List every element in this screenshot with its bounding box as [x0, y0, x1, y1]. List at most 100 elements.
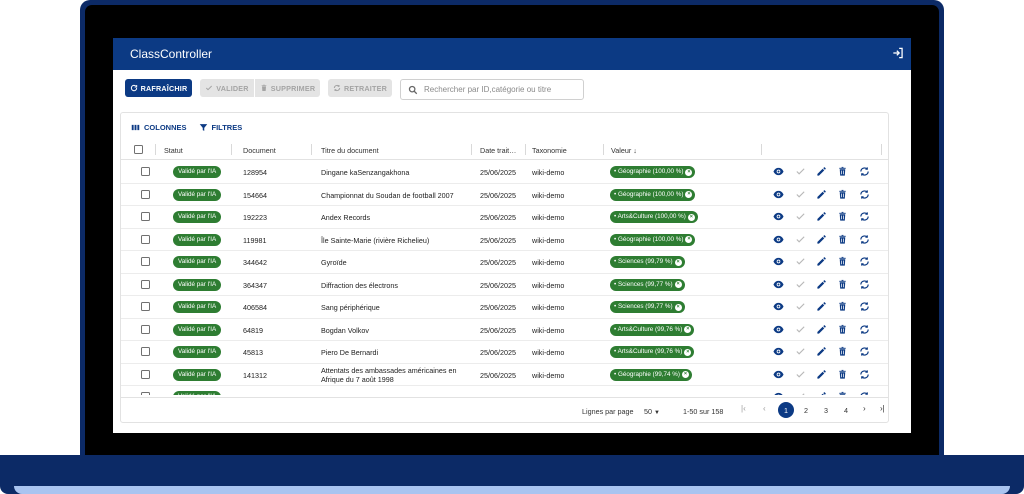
validate-icon[interactable] [795, 189, 806, 200]
edit-icon[interactable] [816, 211, 827, 222]
table-row[interactable]: Validé par l'IA 406584 Sang périphérique 25… [121, 296, 888, 319]
edit-icon[interactable] [816, 189, 827, 200]
validate-icon[interactable] [795, 211, 806, 222]
row-checkbox[interactable] [141, 234, 150, 244]
row-checkbox[interactable] [141, 167, 150, 176]
edit-icon[interactable] [816, 256, 827, 267]
row-checkbox[interactable] [141, 302, 150, 311]
chip-remove-icon[interactable]: × [687, 213, 695, 221]
refresh-button[interactable]: RAFRAÎCHIR [125, 79, 192, 97]
column-header-taxonomy[interactable]: Taxonomie [532, 146, 567, 155]
row-checkbox[interactable] [141, 212, 150, 221]
view-icon[interactable] [773, 324, 784, 335]
last-page-icon[interactable]: ›| [880, 404, 885, 413]
validate-icon[interactable] [795, 279, 806, 290]
reprocess-icon[interactable] [859, 166, 870, 177]
reprocess-icon[interactable] [859, 391, 870, 395]
first-page-icon[interactable]: |‹ [741, 404, 746, 413]
view-icon[interactable] [773, 301, 784, 312]
delete-icon[interactable] [837, 346, 848, 357]
delete-icon[interactable] [837, 211, 848, 222]
view-icon[interactable] [773, 346, 784, 357]
chip-remove-icon[interactable]: × [685, 191, 693, 198]
row-checkbox[interactable] [141, 189, 150, 199]
validate-button[interactable]: VALIDER [200, 79, 254, 97]
delete-icon[interactable] [837, 166, 848, 177]
edit-icon[interactable] [816, 234, 827, 245]
search-box[interactable] [400, 79, 584, 100]
chip-remove-icon[interactable]: × [681, 371, 689, 378]
delete-icon[interactable] [837, 279, 848, 290]
row-checkbox[interactable] [141, 324, 150, 334]
chip-remove-icon[interactable]: × [684, 326, 692, 333]
reprocess-button[interactable]: RETRAITER [328, 79, 392, 97]
select-all-checkbox[interactable] [134, 145, 143, 154]
delete-icon[interactable] [837, 324, 848, 335]
chip-remove-icon[interactable]: × [674, 258, 682, 266]
chip-remove-icon[interactable]: × [684, 348, 692, 356]
column-header-value[interactable]: Valeur ↓ [611, 146, 637, 155]
delete-icon[interactable] [837, 391, 848, 395]
reprocess-icon[interactable] [859, 211, 870, 222]
row-checkbox[interactable] [141, 257, 150, 266]
table-row[interactable]: Validé par l'IA 344642 Gyroïde 25/06/2025 wi… [121, 251, 888, 274]
reprocess-icon[interactable] [859, 301, 870, 312]
next-page-icon[interactable]: › [863, 404, 866, 413]
reprocess-icon[interactable] [859, 189, 870, 200]
view-icon[interactable] [773, 369, 784, 380]
reprocess-icon[interactable] [859, 369, 870, 380]
rows-per-page-select[interactable]: 50 ▼ [644, 407, 660, 416]
table-row[interactable]: Validé par l'IA 64819 Bogdan Volkov 25/06/2… [121, 319, 888, 341]
reprocess-icon[interactable] [859, 256, 870, 267]
table-row[interactable]: Validé par l'IA 45813 Piero De Bernardi 25/… [121, 341, 888, 364]
page-1-button[interactable]: 1 [778, 402, 794, 418]
previous-page-icon[interactable]: ‹ [763, 404, 766, 413]
table-row[interactable]: Validé par l'IA 141312 Attentats des ambas… [121, 364, 888, 386]
delete-icon[interactable] [837, 189, 848, 200]
edit-icon[interactable] [816, 324, 827, 335]
chip-remove-icon[interactable]: × [685, 236, 693, 243]
delete-icon[interactable] [837, 256, 848, 267]
column-header-status[interactable]: Statut [164, 146, 183, 155]
view-icon[interactable] [773, 279, 784, 290]
validate-icon[interactable] [795, 324, 806, 335]
table-row[interactable]: Validé par l'IA 154664 Championnat du Soud… [121, 184, 888, 206]
reprocess-icon[interactable] [859, 279, 870, 290]
row-checkbox[interactable] [141, 279, 150, 289]
delete-icon[interactable] [837, 301, 848, 312]
filters-button[interactable]: FILTRES [199, 121, 242, 133]
table-row[interactable]: Validé par l'IA 364347 Diffraction des éle… [121, 274, 888, 296]
view-icon[interactable] [773, 256, 784, 267]
view-icon[interactable] [773, 391, 784, 395]
chip-remove-icon[interactable]: × [674, 281, 682, 288]
search-input[interactable] [424, 85, 574, 94]
validate-icon[interactable] [795, 301, 806, 312]
view-icon[interactable] [773, 211, 784, 222]
validate-icon[interactable] [795, 256, 806, 267]
view-icon[interactable] [773, 189, 784, 200]
table-row[interactable]: Validé par l'IA [121, 386, 888, 395]
edit-icon[interactable] [816, 301, 827, 312]
row-checkbox[interactable] [141, 369, 150, 379]
table-row[interactable]: Validé par l'IA 192223 Andex Records 25/06/… [121, 206, 888, 229]
view-icon[interactable] [773, 166, 784, 177]
columns-button[interactable]: COLONNES [131, 121, 187, 133]
row-checkbox[interactable] [141, 347, 150, 356]
validate-icon[interactable] [795, 346, 806, 357]
logout-icon[interactable] [891, 46, 905, 60]
reprocess-icon[interactable] [859, 234, 870, 245]
delete-button[interactable]: SUPPRIMER [255, 79, 320, 97]
column-header-document[interactable]: Document [243, 146, 276, 155]
chip-remove-icon[interactable]: × [685, 168, 693, 176]
reprocess-icon[interactable] [859, 346, 870, 357]
edit-icon[interactable] [816, 166, 827, 177]
column-header-title[interactable]: Titre du document [321, 146, 379, 155]
table-row[interactable]: Validé par l'IA 119981 Île Sainte-Marie (r… [121, 229, 888, 251]
delete-icon[interactable] [837, 234, 848, 245]
reprocess-icon[interactable] [859, 324, 870, 335]
chip-remove-icon[interactable]: × [674, 303, 682, 311]
table-row[interactable]: Validé par l'IA 128954 Dingane kaSenzangak… [121, 161, 888, 184]
view-icon[interactable] [773, 234, 784, 245]
edit-icon[interactable] [816, 391, 827, 395]
delete-icon[interactable] [837, 369, 848, 380]
